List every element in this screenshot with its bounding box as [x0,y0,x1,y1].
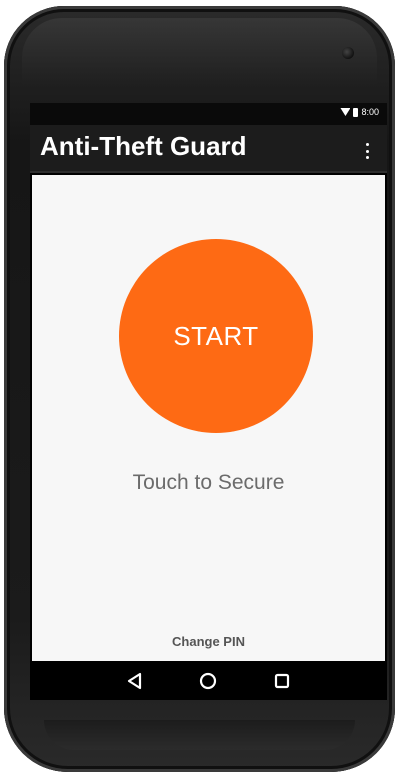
overflow-dot [365,149,369,153]
status-icons: 8:00 [340,107,379,117]
phone-top-bezel [22,18,377,88]
app-title: Anti-Theft Guard [40,131,247,161]
status-time: 8:00 [361,107,379,117]
device-screen: 8:00 Anti-Theft Guard START Touch to Sec… [30,103,387,700]
app-bar: Anti-Theft Guard [30,125,387,173]
back-triangle-icon[interactable] [123,669,147,693]
phone-frame: 8:00 Anti-Theft Guard START Touch to Sec… [4,6,395,772]
main-content: START Touch to Secure Change PIN [32,175,385,661]
front-camera [342,47,354,59]
battery-icon [353,107,359,117]
wifi-icon [340,108,351,116]
start-button-label: START [173,320,259,351]
navigation-bar [30,661,387,700]
recents-square-icon[interactable] [270,669,294,693]
touch-to-secure-label: Touch to Secure [132,471,285,494]
home-circle-icon[interactable] [196,669,220,693]
phone-bottom-bezel [44,720,355,750]
start-button[interactable]: START [119,239,313,433]
overflow-dot [365,143,369,146]
more-vert-icon[interactable] [365,143,369,159]
status-bar: 8:00 [30,103,387,125]
change-pin-link[interactable]: Change PIN [32,634,385,649]
overflow-dot [365,156,369,159]
